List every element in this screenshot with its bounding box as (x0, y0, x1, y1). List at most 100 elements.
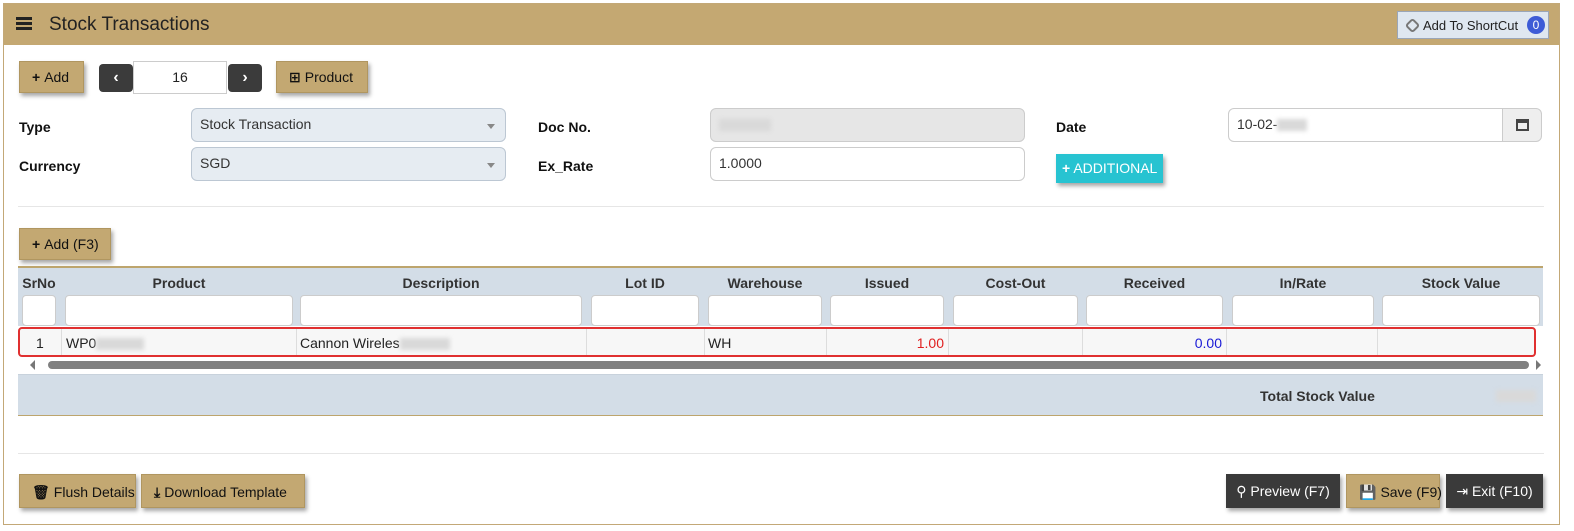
divider (704, 329, 705, 355)
plus-icon: + (32, 236, 41, 252)
cell-product[interactable]: WP0 (66, 335, 145, 351)
filter-received-input[interactable] (1086, 295, 1223, 326)
column-header-srno[interactable]: SrNo (22, 275, 56, 291)
filter-stock-value-input[interactable] (1382, 295, 1540, 326)
product-value: WP0 (66, 335, 97, 351)
add-to-shortcut-button[interactable]: Add To ShortCut 0 (1397, 11, 1549, 39)
docno-field (710, 108, 1025, 142)
filter-description-input[interactable] (300, 295, 582, 326)
column-header-issued[interactable]: Issued (830, 275, 944, 291)
divider (586, 329, 587, 355)
column-header-received[interactable]: Received (1086, 275, 1223, 291)
scroll-left-arrow-icon[interactable] (30, 360, 35, 370)
currency-value: SGD (200, 155, 231, 171)
shortcut-label: Add To ShortCut (1423, 18, 1519, 33)
calendar-icon (1515, 119, 1529, 131)
gift-icon: ⊞ (289, 69, 301, 85)
total-stock-value-redacted (1496, 390, 1536, 402)
cell-description[interactable]: Cannon Wireles (300, 335, 450, 351)
hamburger-icon[interactable] (16, 17, 32, 30)
shortcut-count-badge: 0 (1527, 16, 1545, 34)
add-button[interactable]: + Add (19, 61, 84, 93)
date-label: Date (1056, 119, 1087, 135)
currency-select[interactable]: SGD (191, 147, 506, 181)
sign-out-icon: ⇥ (1456, 483, 1469, 499)
date-input[interactable]: 10-02- (1228, 108, 1504, 142)
description-redacted (399, 338, 450, 351)
column-header-stock-value[interactable]: Stock Value (1382, 275, 1540, 291)
horizontal-scrollbar[interactable] (18, 359, 1543, 371)
grid-add-label: Add (F3) (44, 236, 99, 252)
filter-cost-out-input[interactable] (953, 295, 1078, 326)
plus-icon: + (32, 69, 41, 85)
date-picker-button[interactable] (1502, 108, 1542, 142)
next-record-button[interactable]: › (228, 64, 262, 92)
divider (18, 453, 1544, 454)
preview-button[interactable]: ⚲ Preview (F7) (1226, 474, 1340, 508)
divider (18, 206, 1544, 207)
add-button-label: Add (44, 69, 70, 85)
chevron-left-icon: ‹ (113, 69, 119, 86)
product-button-label: Product (304, 69, 353, 85)
type-label: Type (19, 119, 51, 135)
chevron-down-icon (487, 163, 495, 168)
exit-label: Exit (F10) (1471, 483, 1533, 499)
filter-srno-input[interactable] (22, 295, 56, 326)
page-title: Stock Transactions (49, 14, 210, 35)
cell-received[interactable]: 0.00 (1086, 335, 1222, 351)
download-icon: ⤓ (154, 484, 161, 500)
type-select[interactable]: Stock Transaction (191, 108, 506, 142)
flush-details-button[interactable]: 🗑 Flush Details (19, 474, 136, 508)
grid-header: SrNo Product Description Lot ID Warehous… (18, 266, 1543, 326)
column-header-in-rate[interactable]: In/Rate (1232, 275, 1374, 291)
grid-add-button[interactable]: + Add (F3) (19, 228, 111, 260)
divider (948, 329, 949, 355)
download-label: Download Template (164, 484, 287, 500)
link-icon (1404, 17, 1421, 34)
column-header-lot-id[interactable]: Lot ID (591, 275, 699, 291)
docno-label: Doc No. (538, 119, 591, 135)
download-template-button[interactable]: ⤓ Download Template (141, 474, 305, 508)
filter-warehouse-input[interactable] (708, 295, 822, 326)
filter-lot-id-input[interactable] (591, 295, 699, 326)
filter-issued-input[interactable] (830, 295, 944, 326)
filter-product-input[interactable] (65, 295, 293, 326)
cell-warehouse[interactable]: WH (708, 335, 731, 351)
divider (1226, 329, 1227, 355)
preview-label: Preview (F7) (1250, 483, 1330, 499)
plus-icon: + (1062, 160, 1071, 176)
divider (1377, 329, 1378, 355)
search-icon: ⚲ (1236, 483, 1247, 499)
page-header: Stock Transactions Add To ShortCut 0 (4, 4, 1559, 45)
scrollbar-thumb[interactable] (48, 361, 1529, 369)
date-redacted (1277, 119, 1308, 132)
column-header-warehouse[interactable]: Warehouse (708, 275, 822, 291)
save-label: Save (F9) (1380, 484, 1442, 500)
table-row[interactable]: 1 WP0 Cannon Wireles WH 1.00 0.00 (18, 327, 1536, 357)
divider (61, 329, 62, 355)
save-button[interactable]: 💾 Save (F9) (1346, 474, 1442, 508)
column-header-description[interactable]: Description (300, 275, 582, 291)
column-header-cost-out[interactable]: Cost-Out (953, 275, 1078, 291)
floppy-icon: 💾 (1359, 484, 1377, 500)
additional-label: ADDITIONAL (1073, 160, 1158, 176)
filter-in-rate-input[interactable] (1232, 295, 1374, 326)
record-number-input[interactable]: 16 (133, 61, 227, 94)
exrate-label: Ex_Rate (538, 158, 594, 174)
cell-issued[interactable]: 1.00 (832, 335, 944, 351)
scroll-right-arrow-icon[interactable] (1536, 360, 1541, 370)
currency-label: Currency (19, 158, 81, 174)
total-stock-value-label: Total Stock Value (1260, 388, 1375, 404)
divider (296, 329, 297, 355)
exit-button[interactable]: ⇥ Exit (F10) (1446, 474, 1543, 508)
divider (1082, 329, 1083, 355)
docno-redacted (719, 119, 771, 132)
column-header-product[interactable]: Product (65, 275, 293, 291)
exrate-input[interactable]: 1.0000 (710, 147, 1025, 181)
type-value: Stock Transaction (200, 116, 312, 132)
previous-record-button[interactable]: ‹ (99, 64, 133, 92)
description-value: Cannon Wireles (300, 335, 400, 351)
product-button[interactable]: ⊞ Product (276, 61, 368, 93)
additional-button[interactable]: + ADDITIONAL (1056, 154, 1163, 183)
flush-label: Flush Details (53, 484, 135, 500)
